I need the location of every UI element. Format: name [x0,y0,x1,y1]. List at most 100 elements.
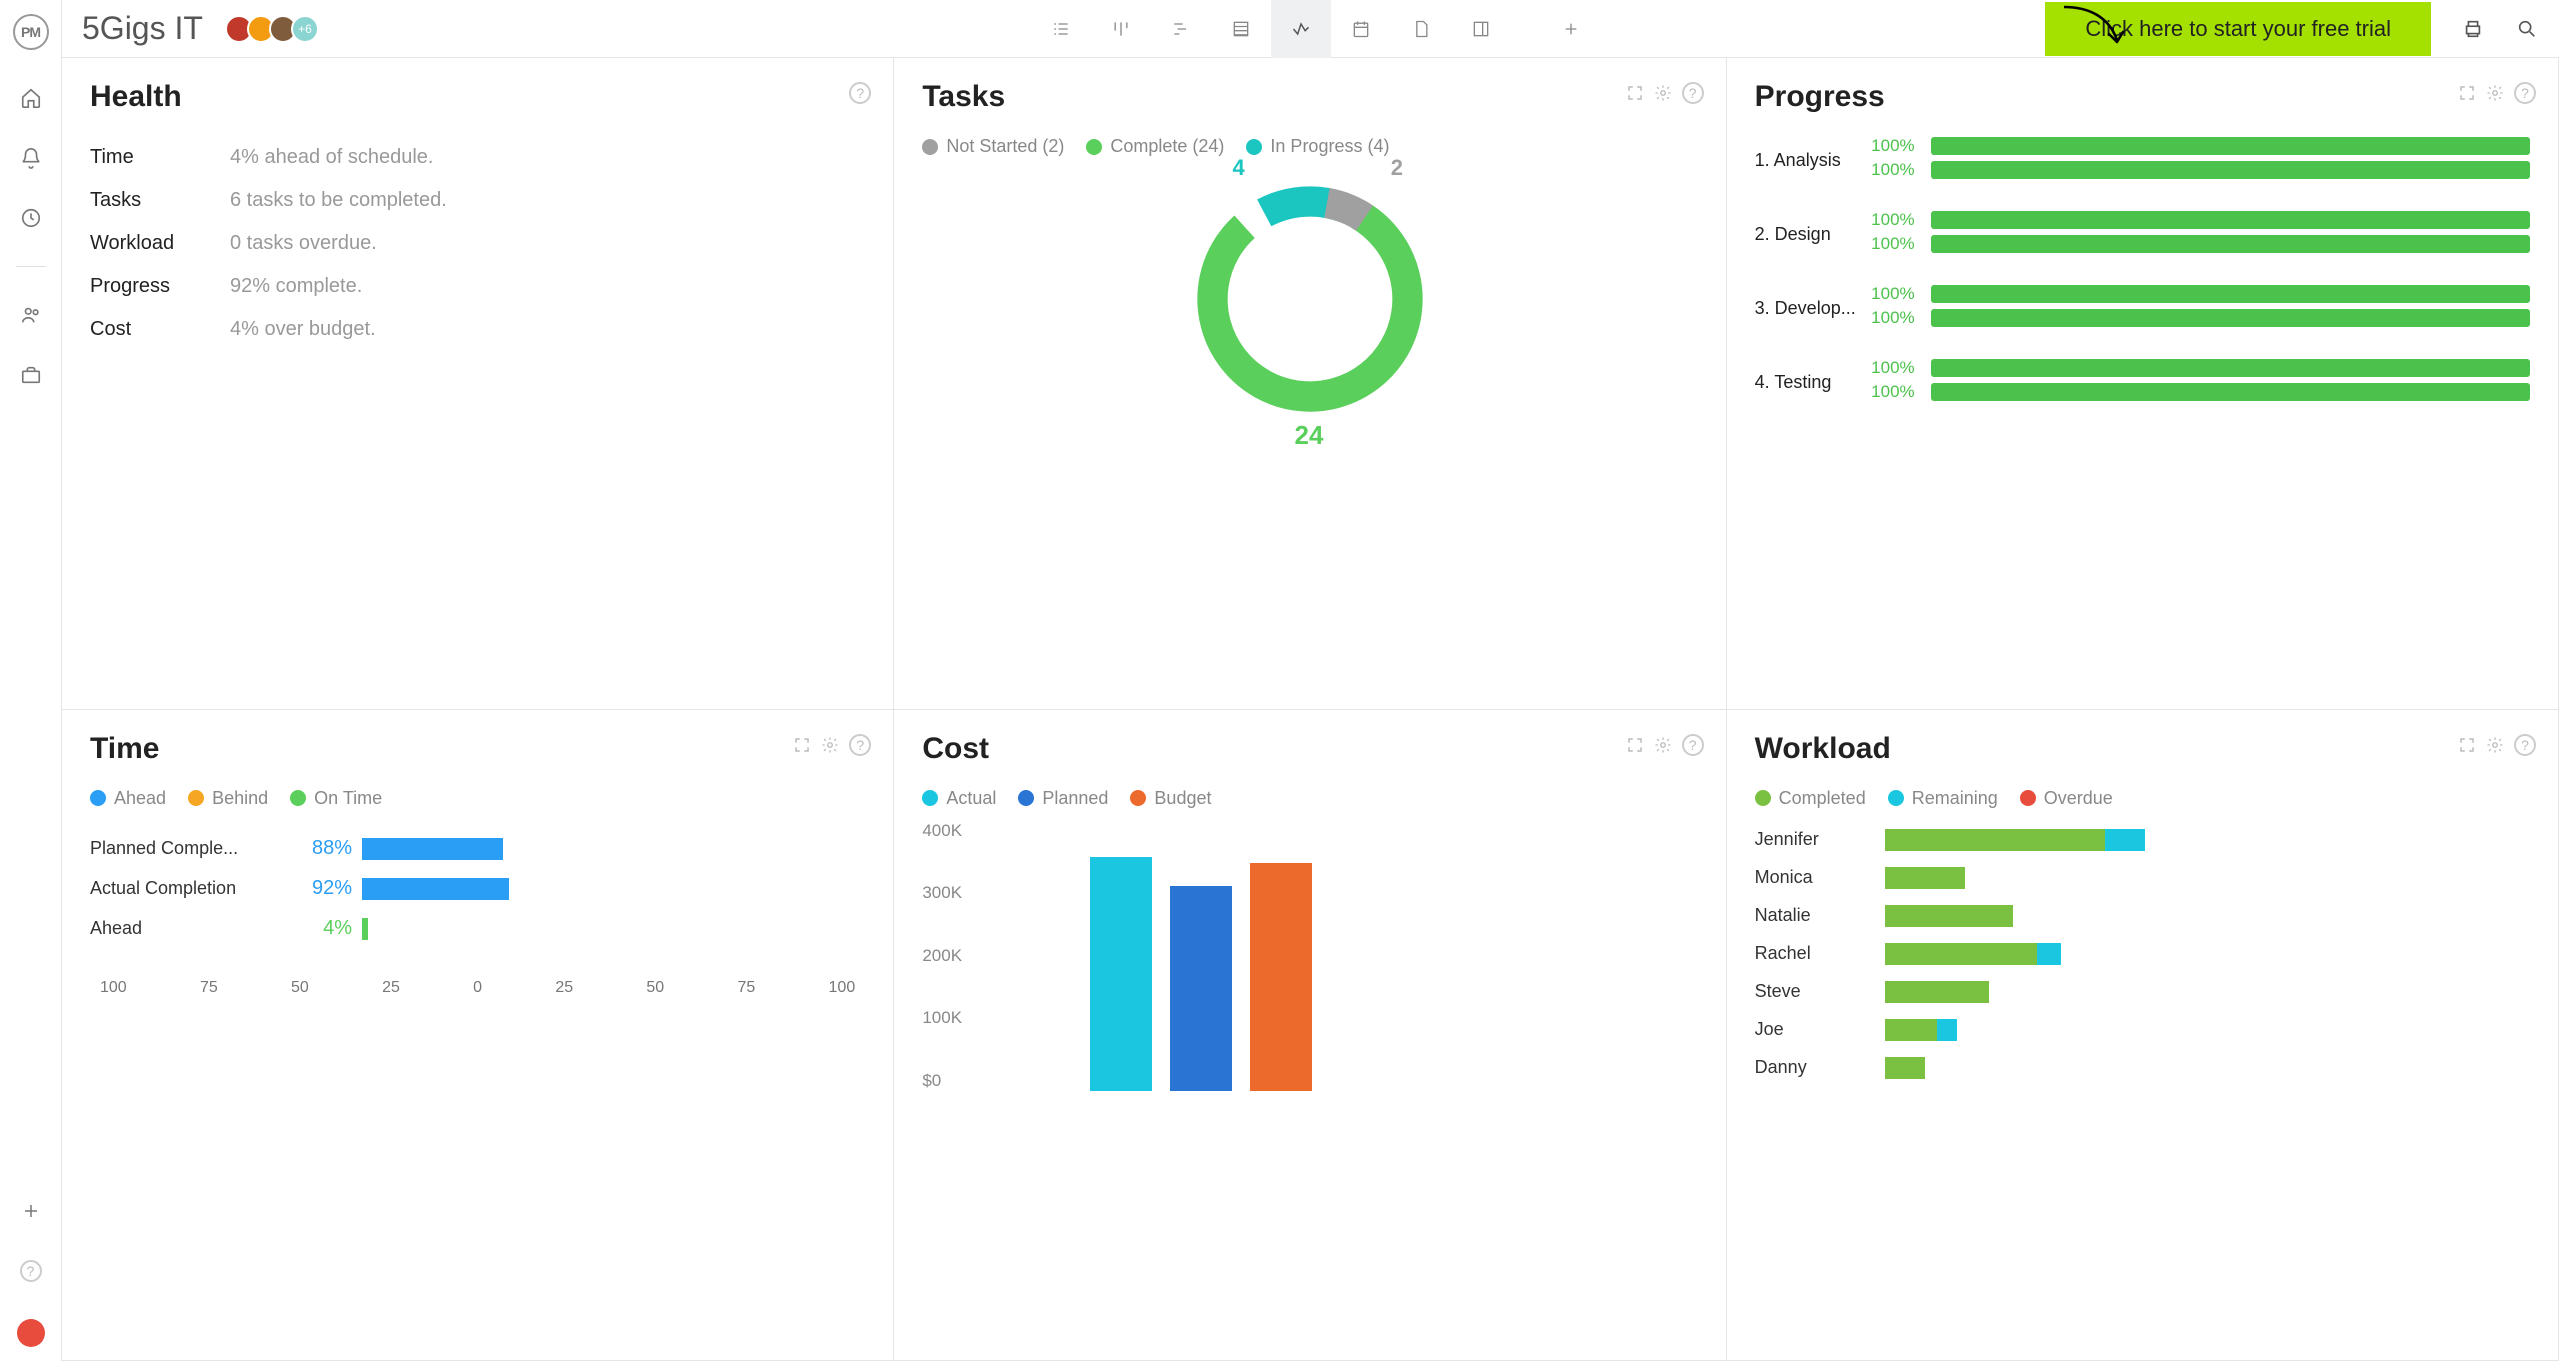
legend-item[interactable]: On Time [290,788,382,809]
panel-title: Time [90,732,865,766]
donut-label-notstarted: 2 [1391,155,1403,181]
expand-icon[interactable] [2458,734,2476,756]
help-icon[interactable]: ? [849,82,871,104]
legend-item[interactable]: Not Started (2) [922,136,1064,157]
progress-bar-row: 100% [1865,210,2530,230]
help-icon[interactable]: ? [2514,734,2536,756]
progress-task-name: 3. Develop... [1755,298,1865,319]
user-avatar[interactable] [17,1319,45,1347]
gear-icon[interactable] [1654,82,1672,104]
view-add-icon[interactable] [1551,0,1591,58]
health-row: Time 4% ahead of schedule. [90,136,865,179]
gear-icon[interactable] [821,734,839,756]
health-label: Progress [90,275,230,298]
legend-label: In Progress (4) [1270,136,1389,157]
view-file-icon[interactable] [1391,0,1451,58]
workload-segment [1885,943,2037,965]
legend-item[interactable]: Behind [188,788,268,809]
health-label: Cost [90,318,230,341]
time-bar [362,878,509,900]
cost-bar [1170,886,1232,1091]
legend-item[interactable]: In Progress (4) [1246,136,1389,157]
avatar-more-badge[interactable]: +6 [291,15,319,43]
view-list-icon[interactable] [1031,0,1091,58]
print-icon[interactable] [2461,17,2485,41]
workload-row: Danny [1755,1049,2530,1087]
time-row-value: 92% [290,877,362,900]
view-tabs [1031,0,1591,58]
workload-segment [1885,1019,1937,1041]
panel-title: Cost [922,732,1697,766]
cta-arrow-icon [2059,2,2129,52]
health-row: Cost 4% over budget. [90,308,865,351]
progress-bar-row: 100% [1865,284,2530,304]
workload-segment [1885,1057,1925,1079]
progress-bar-row: 100% [1865,358,2530,378]
legend-label: Budget [1154,788,1211,809]
legend-item[interactable]: Completed [1755,788,1866,809]
help-icon[interactable]: ? [19,1259,43,1283]
help-icon[interactable]: ? [849,734,871,756]
gear-icon[interactable] [2486,82,2504,104]
expand-icon[interactable] [793,734,811,756]
workload-name: Steve [1755,981,1885,1002]
expand-icon[interactable] [1626,82,1644,104]
gear-icon[interactable] [1654,734,1672,756]
view-panel-icon[interactable] [1451,0,1511,58]
panel-progress: Progress ? 1. Analysis 100% 100% 2. Desi… [1727,58,2559,710]
help-icon[interactable]: ? [2514,82,2536,104]
legend-label: Completed [1779,788,1866,809]
legend-item[interactable]: Planned [1018,788,1108,809]
view-sheet-icon[interactable] [1211,0,1271,58]
add-icon[interactable] [19,1199,43,1223]
home-icon[interactable] [19,86,43,110]
expand-icon[interactable] [1626,734,1644,756]
workload-row: Joe [1755,1011,2530,1049]
progress-percent: 100% [1865,160,1915,180]
panel-title: Progress [1755,80,2530,114]
legend-item[interactable]: Overdue [2020,788,2113,809]
legend-item[interactable]: Actual [922,788,996,809]
progress-percent: 100% [1865,382,1915,402]
workload-segment [2037,943,2061,965]
donut-label-complete: 24 [1294,420,1323,451]
progress-percent: 100% [1865,210,1915,230]
panel-time: Time ? AheadBehindOn Time Planned Comple… [62,710,894,1361]
legend-item[interactable]: Budget [1130,788,1211,809]
workload-segment [1885,829,2105,851]
help-icon[interactable]: ? [1682,734,1704,756]
view-dashboard-icon[interactable] [1271,0,1331,58]
dashboard-grid: Health ? Time 4% ahead of schedule. Task… [62,58,2559,1361]
cost-bar [1090,857,1152,1091]
clock-icon[interactable] [19,206,43,230]
health-row: Tasks 6 tasks to be completed. [90,179,865,222]
briefcase-icon[interactable] [19,363,43,387]
legend-item[interactable]: Complete (24) [1086,136,1224,157]
legend-label: Not Started (2) [946,136,1064,157]
view-calendar-icon[interactable] [1331,0,1391,58]
help-icon[interactable]: ? [1682,82,1704,104]
app-logo[interactable]: PM [13,14,49,50]
view-gantt-icon[interactable] [1151,0,1211,58]
expand-icon[interactable] [2458,82,2476,104]
bell-icon[interactable] [19,146,43,170]
cost-bar-chart: 400K300K200K100K$0 [992,821,1697,1091]
search-icon[interactable] [2515,17,2539,41]
progress-percent: 100% [1865,308,1915,328]
legend-item[interactable]: Remaining [1888,788,1998,809]
progress-task-group: 2. Design 100% 100% [1755,210,2530,258]
legend-item[interactable]: Ahead [90,788,166,809]
time-row-value: 4% [290,917,362,940]
progress-task-group: 4. Testing 100% 100% [1755,358,2530,406]
view-board-icon[interactable] [1091,0,1151,58]
progress-task-group: 3. Develop... 100% 100% [1755,284,2530,332]
topbar: 5Gigs IT +6 Click here to start your fre… [62,0,2559,58]
gear-icon[interactable] [2486,734,2504,756]
member-avatars[interactable]: +6 [231,15,319,43]
time-bar [362,918,368,940]
legend-label: Overdue [2044,788,2113,809]
people-icon[interactable] [19,303,43,327]
progress-percent: 100% [1865,284,1915,304]
workload-row: Monica [1755,859,2530,897]
time-axis: 1007550250255075100 [90,979,865,997]
